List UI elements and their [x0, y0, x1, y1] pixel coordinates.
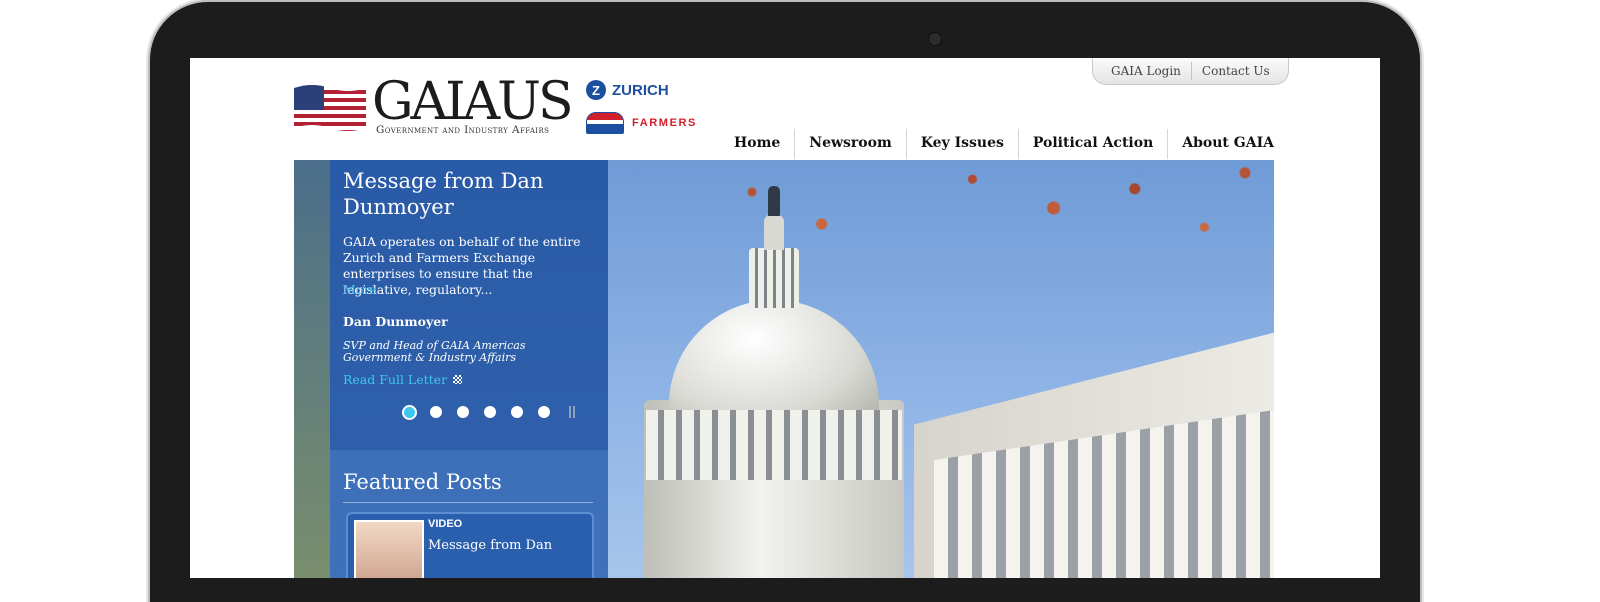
hero-banner: Message from Dan Dunmoyer GAIA operates … [294, 160, 1274, 578]
farmers-crest-icon [586, 112, 624, 134]
zurich-logo-icon: Z [586, 80, 606, 100]
slide-dot-1[interactable] [404, 406, 415, 418]
main-nav: Home Newsroom Key Issues Political Actio… [720, 128, 1288, 160]
slide-author-role: SVP and Head of GAIA Americas Government… [343, 339, 526, 364]
flag-icon [294, 85, 366, 131]
gaia-login-link[interactable]: GAIA Login [1101, 64, 1191, 78]
blossom-branches [694, 160, 1274, 320]
brand-subtitle: Government and Industry Affairs [376, 124, 550, 136]
featured-posts: Featured Posts VIDEO Message from Dan [330, 450, 608, 578]
post-title: Message from Dan [428, 538, 553, 553]
tree-strip [294, 160, 330, 578]
divider [343, 502, 593, 503]
post-thumbnail [354, 520, 424, 578]
contact-us-link[interactable]: Contact Us [1192, 64, 1280, 78]
slide-pagination [404, 406, 575, 418]
slide-title: Message from Dan Dunmoyer [343, 169, 544, 219]
slide-dot-3[interactable] [457, 406, 469, 418]
more-link[interactable]: More [343, 282, 377, 297]
zurich-label: ZURICH [612, 81, 669, 99]
camera-icon [928, 32, 942, 46]
brand-logo-text[interactable]: GAIAUS [372, 76, 574, 128]
external-link-icon [453, 375, 463, 384]
nav-key-issues[interactable]: Key Issues [907, 128, 1018, 160]
slide-dot-6[interactable] [538, 406, 550, 418]
slide-panel: Message from Dan Dunmoyer GAIA operates … [330, 160, 608, 450]
nav-newsroom[interactable]: Newsroom [795, 128, 906, 160]
capitol-drum [646, 410, 902, 480]
slide-author: Dan Dunmoyer [343, 314, 448, 329]
featured-post-card[interactable]: VIDEO Message from Dan [346, 512, 594, 578]
farmers-label: FARMERS [632, 117, 697, 129]
pause-icon[interactable] [569, 406, 575, 418]
slide-dot-5[interactable] [511, 406, 523, 418]
slide-excerpt: GAIA operates on behalf of the entire Zu… [343, 234, 581, 297]
read-full-letter-label: Read Full Letter [343, 372, 448, 387]
utility-nav: GAIA Login Contact Us [1092, 58, 1289, 85]
slide-dot-4[interactable] [484, 406, 496, 418]
zurich-logo: Z ZURICH [586, 80, 669, 100]
nav-about-gaia[interactable]: About GAIA [1168, 128, 1288, 160]
nav-political-action[interactable]: Political Action [1019, 128, 1167, 160]
featured-heading: Featured Posts [343, 470, 502, 494]
post-tag: VIDEO [428, 518, 463, 530]
nav-home[interactable]: Home [720, 128, 794, 160]
read-full-letter-link[interactable]: Read Full Letter [343, 372, 463, 387]
farmers-logo: FARMERS [586, 112, 697, 134]
website-screen: GAIAUS Government and Industry Affairs Z… [190, 58, 1380, 578]
slide-dot-2[interactable] [430, 406, 442, 418]
